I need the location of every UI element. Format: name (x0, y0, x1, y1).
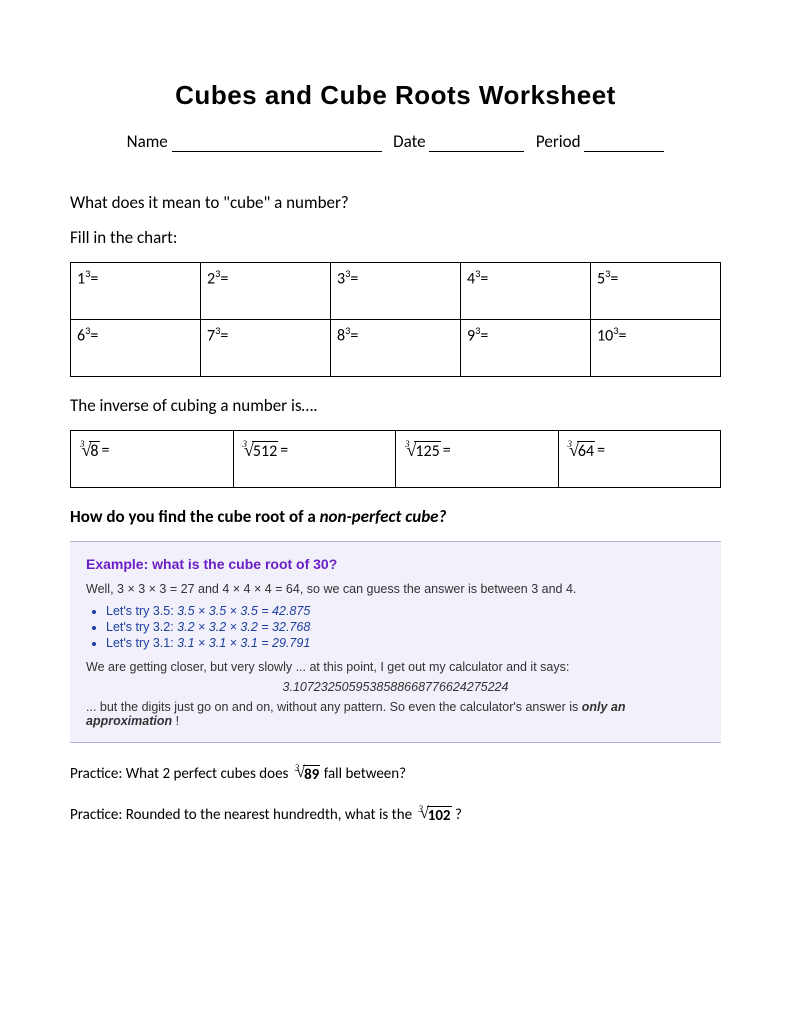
nonperfect-heading: How do you find the cube root of a non-p… (70, 506, 721, 527)
name-blank[interactable] (172, 134, 382, 152)
list-item: Let's try 3.5: 3.5 × 3.5 × 3.5 = 42.875 (106, 604, 705, 618)
name-label: Name (127, 131, 168, 152)
example-tries-list: Let's try 3.5: 3.5 × 3.5 × 3.5 = 42.875 … (106, 604, 705, 650)
root-cell[interactable]: 3√64= (558, 431, 721, 488)
cube-roots-table: 3√8= 3√512= 3√125= 3√64= (70, 430, 721, 488)
cube-cell[interactable]: 83= (331, 320, 461, 377)
example-intro: Well, 3 × 3 × 3 = 27 and 4 × 4 × 4 = 64,… (86, 582, 705, 596)
cube-root-icon: 3√125= (402, 441, 451, 461)
cube-root-icon: 3√89 (292, 765, 321, 784)
list-item: Let's try 3.1: 3.1 × 3.1 × 3.1 = 29.791 (106, 636, 705, 650)
cube-cell[interactable]: 13= (71, 263, 201, 320)
example-value: 3.1072325059538588668776624275224 (86, 680, 705, 694)
question-cube-meaning: What does it mean to "cube" a number? (70, 192, 721, 213)
cube-cell[interactable]: 43= (461, 263, 591, 320)
cube-cell[interactable]: 103= (591, 320, 721, 377)
cube-root-icon: 3√8= (77, 441, 109, 461)
period-blank[interactable] (584, 134, 664, 152)
list-item: Let's try 3.2: 3.2 × 3.2 × 3.2 = 32.768 (106, 620, 705, 634)
root-cell[interactable]: 3√512= (233, 431, 396, 488)
cube-cell[interactable]: 23= (201, 263, 331, 320)
practice-1: Practice: What 2 perfect cubes does 3√89… (70, 765, 721, 784)
cube-cell[interactable]: 93= (461, 320, 591, 377)
period-label: Period (536, 131, 581, 152)
cube-root-icon: 3√512= (240, 441, 289, 461)
practice-2: Practice: Rounded to the nearest hundred… (70, 806, 721, 825)
cube-root-icon: 3√102 (415, 806, 451, 825)
inverse-label: The inverse of cubing a number is…. (70, 395, 721, 416)
fill-chart-label: Fill in the chart: (70, 227, 721, 248)
worksheet-page: Cubes and Cube Roots Worksheet Name Date… (0, 0, 791, 1024)
example-box: Example: what is the cube root of 30? We… (70, 541, 721, 743)
cube-cell[interactable]: 53= (591, 263, 721, 320)
page-title: Cubes and Cube Roots Worksheet (70, 80, 721, 111)
root-cell[interactable]: 3√125= (396, 431, 559, 488)
example-outro: ... but the digits just go on and on, wi… (86, 700, 705, 728)
student-info-line: Name Date Period (70, 131, 721, 152)
date-blank[interactable] (429, 134, 524, 152)
example-closer: We are getting closer, but very slowly .… (86, 660, 705, 674)
example-title: Example: what is the cube root of 30? (86, 556, 705, 572)
table-row: 3√8= 3√512= 3√125= 3√64= (71, 431, 721, 488)
table-row: 63= 73= 83= 93= 103= (71, 320, 721, 377)
cube-cell[interactable]: 33= (331, 263, 461, 320)
root-cell[interactable]: 3√8= (71, 431, 234, 488)
table-row: 13= 23= 33= 43= 53= (71, 263, 721, 320)
cube-root-icon: 3√64= (565, 441, 606, 461)
cube-cell[interactable]: 63= (71, 320, 201, 377)
date-label: Date (393, 131, 425, 152)
cube-cell[interactable]: 73= (201, 320, 331, 377)
cubes-table: 13= 23= 33= 43= 53= 63= 73= 83= 93= 103= (70, 262, 721, 377)
